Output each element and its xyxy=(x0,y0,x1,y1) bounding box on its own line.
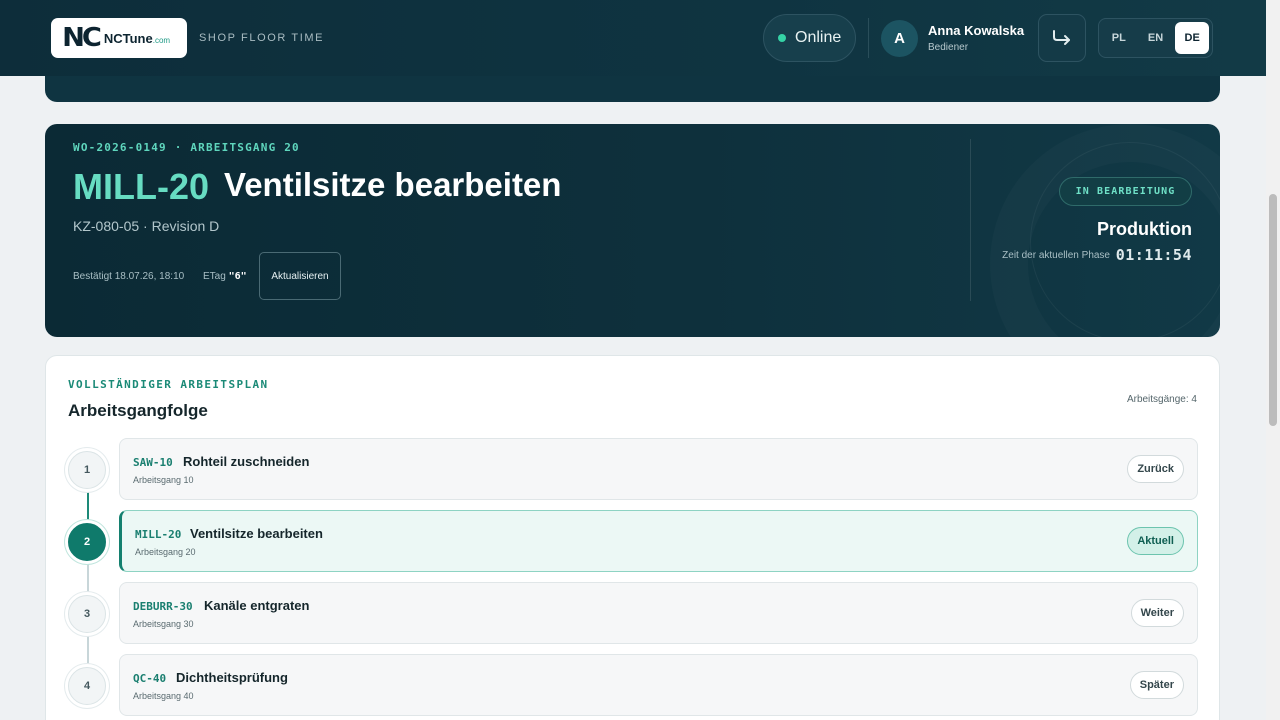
operation-row-code: MILL-20 xyxy=(135,528,182,541)
user-name: Anna Kowalska xyxy=(928,23,1025,38)
refresh-button[interactable]: Aktualisieren xyxy=(259,252,341,300)
routing-title: Arbeitsgangfolge xyxy=(68,401,208,420)
operation-row-mill-20[interactable]: MILL-20 Ventilsitze bearbeiten Arbeitsga… xyxy=(119,510,1198,572)
language-de-button[interactable]: DE xyxy=(1175,22,1210,54)
step-number: 1 xyxy=(68,451,106,489)
operation-row-code: QC-40 xyxy=(133,672,167,685)
step-number: 4 xyxy=(68,667,106,705)
top-bar: NC NCTune.com SHOP FLOOR TIME Online A A… xyxy=(0,0,1266,76)
phase-time-label: Zeit der aktuellen Phase xyxy=(1002,250,1110,261)
status-badge: IN BEARBEITUNG xyxy=(1059,177,1192,206)
nctune-logo[interactable]: NC NCTune.com xyxy=(51,18,187,58)
connection-status[interactable]: Online xyxy=(763,14,856,62)
hero-divider xyxy=(970,139,971,301)
header-divider xyxy=(868,18,869,58)
operation-code: MILL-20 xyxy=(73,166,210,207)
logo-text: NCTune.com xyxy=(103,30,171,46)
language-switcher: PL EN DE xyxy=(1098,18,1213,58)
scrollbar-thumb[interactable] xyxy=(1269,194,1277,426)
connection-status-label: Online xyxy=(795,29,842,46)
etag: ETag "6" xyxy=(203,271,247,282)
operation-count: Arbeitsgänge: 4 xyxy=(1126,394,1197,405)
operation-row-code: SAW-10 xyxy=(133,456,173,469)
operation-row-name: Rohteil zuschneiden xyxy=(183,454,310,469)
operation-row-name: Kanäle entgraten xyxy=(204,598,310,613)
current-badge[interactable]: Aktuell xyxy=(1127,527,1184,555)
next-button[interactable]: Weiter xyxy=(1130,599,1184,627)
back-button[interactable]: Zurück xyxy=(1127,455,1184,483)
operation-title: Ventilsitze bearbeiten xyxy=(224,166,562,203)
operation-row-saw-10[interactable]: SAW-10 Rohteil zuschneiden Arbeitsgang 1… xyxy=(119,438,1198,500)
operation-row-name: Ventilsitze bearbeiten xyxy=(190,526,323,541)
routing-kicker: VOLLSTÄNDIGER ARBEITSPLAN xyxy=(68,378,269,391)
operation-row-sub: Arbeitsgang 30 xyxy=(133,619,194,629)
routing-card: VOLLSTÄNDIGER ARBEITSPLAN Arbeitsgangfol… xyxy=(45,355,1220,720)
user-role: Bediener xyxy=(928,42,969,53)
operation-row-qc-40[interactable]: QC-40 Dichtheitsprüfung Arbeitsgang 40 S… xyxy=(119,654,1198,716)
current-phase: Produktion xyxy=(1097,219,1192,239)
operation-row-name: Dichtheitsprüfung xyxy=(176,670,288,685)
step-number-current: 2 xyxy=(68,523,106,561)
online-dot-icon xyxy=(778,34,786,42)
work-order-kicker: WO-2026-0149 · ARBEITSGANG 20 xyxy=(73,141,300,154)
confirmed-timestamp: Bestätigt 18.07.26, 18:10 xyxy=(73,271,185,282)
avatar[interactable]: A xyxy=(881,20,918,57)
logo-mark: NC xyxy=(62,23,102,53)
language-pl-button[interactable]: PL xyxy=(1102,22,1136,54)
operation-row-code: DEBURR-30 xyxy=(133,600,193,613)
step-number: 3 xyxy=(68,595,106,633)
language-en-button[interactable]: EN xyxy=(1139,22,1173,54)
operation-row-sub: Arbeitsgang 10 xyxy=(133,475,194,485)
logout-arrow-icon xyxy=(1053,30,1070,45)
phase-timer: 01:11:54 xyxy=(1115,246,1192,264)
logout-button[interactable] xyxy=(1038,14,1086,62)
operation-row-sub: Arbeitsgang 40 xyxy=(133,691,194,701)
work-order-card: WO-2026-0149 · ARBEITSGANG 20 MILL-20 Ve… xyxy=(45,124,1220,337)
part-revision: KZ-080-05 · Revision D xyxy=(73,218,220,234)
later-button[interactable]: Später xyxy=(1129,671,1184,699)
operation-row-sub: Arbeitsgang 20 xyxy=(135,547,196,557)
app-tagline: SHOP FLOOR TIME xyxy=(199,32,325,44)
operation-row-deburr-30[interactable]: DEBURR-30 Kanäle entgraten Arbeitsgang 3… xyxy=(119,582,1198,644)
